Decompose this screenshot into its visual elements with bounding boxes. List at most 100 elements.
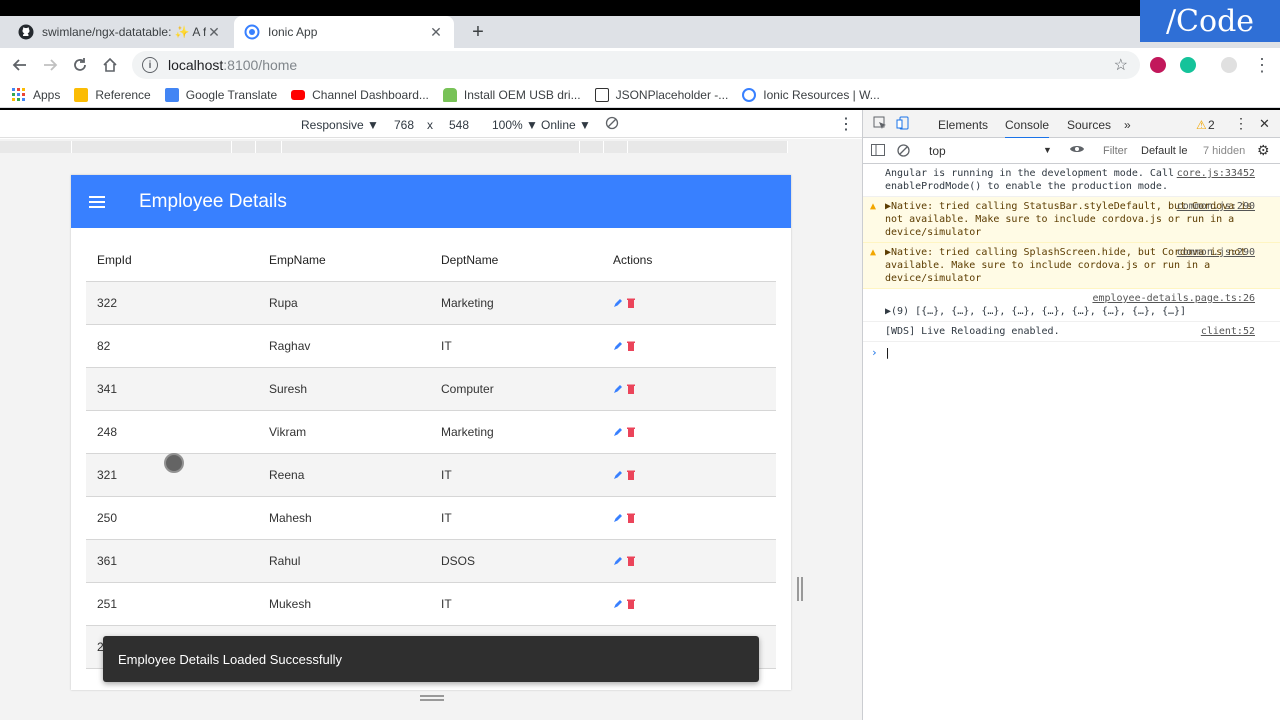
table-row[interactable]: 251 Mukesh IT bbox=[86, 583, 776, 626]
media-query-segment[interactable] bbox=[0, 141, 72, 153]
edit-pencil-icon[interactable] bbox=[613, 599, 623, 609]
device-width-input[interactable]: 768 bbox=[394, 118, 414, 132]
tab-elements[interactable]: Elements bbox=[938, 118, 988, 132]
delete-trash-icon[interactable] bbox=[627, 556, 635, 566]
console-message[interactable]: client:52 [WDS] Live Reloading enabled. bbox=[863, 322, 1280, 342]
media-query-segment[interactable] bbox=[580, 141, 604, 153]
back-button[interactable] bbox=[8, 53, 32, 77]
console-prompt[interactable]: › | bbox=[863, 342, 1280, 359]
delete-trash-icon[interactable] bbox=[627, 298, 635, 308]
console-warning[interactable]: ▲ common.js:290 ▶Native: tried calling Spl… bbox=[863, 243, 1280, 289]
resize-handle-bottom[interactable] bbox=[420, 695, 444, 701]
rotate-icon[interactable] bbox=[605, 116, 619, 133]
edit-pencil-icon[interactable] bbox=[613, 513, 623, 523]
inspect-icon[interactable] bbox=[873, 116, 887, 133]
bookmark-jsonplaceholder[interactable]: JSONPlaceholder -... bbox=[594, 87, 728, 102]
edit-pencil-icon[interactable] bbox=[613, 470, 623, 480]
tab-sources[interactable]: Sources bbox=[1067, 118, 1111, 132]
table-row[interactable]: 248 Vikram Marketing bbox=[86, 411, 776, 454]
column-header-deptname[interactable]: DeptName bbox=[430, 253, 602, 267]
device-mode-select[interactable]: Responsive ▼ bbox=[301, 118, 379, 132]
console-message[interactable]: core.js:33452 Angular is running in the d… bbox=[863, 164, 1280, 197]
media-query-bar[interactable] bbox=[0, 139, 862, 155]
log-levels-select[interactable]: Default le bbox=[1141, 145, 1187, 157]
home-icon bbox=[103, 57, 117, 72]
media-query-segment[interactable] bbox=[628, 141, 788, 153]
media-query-segment[interactable] bbox=[72, 141, 232, 153]
cell-empname: Mahesh bbox=[269, 511, 312, 525]
table-row[interactable]: 321 Reena IT bbox=[86, 454, 776, 497]
delete-trash-icon[interactable] bbox=[627, 470, 635, 480]
delete-trash-icon[interactable] bbox=[627, 427, 635, 437]
more-tabs-icon[interactable]: » bbox=[1124, 118, 1131, 132]
bookmark-channel-dashboard[interactable]: Channel Dashboard... bbox=[291, 88, 429, 102]
table-row[interactable]: 82 Raghav IT bbox=[86, 325, 776, 368]
edit-pencil-icon[interactable] bbox=[613, 341, 623, 351]
table-row[interactable]: 322 Rupa Marketing bbox=[86, 282, 776, 325]
new-tab-button[interactable]: + bbox=[466, 20, 490, 44]
warning-count[interactable]: 2 bbox=[1208, 118, 1215, 132]
media-query-segment[interactable] bbox=[256, 141, 282, 153]
table-row[interactable]: 250 Mahesh IT bbox=[86, 497, 776, 540]
close-devtools-icon[interactable]: ✕ bbox=[1259, 116, 1270, 132]
address-bar[interactable]: i localhost:8100/home ☆ bbox=[132, 51, 1140, 79]
tab-console[interactable]: Console bbox=[1005, 118, 1050, 139]
media-query-segment[interactable] bbox=[604, 141, 628, 153]
grammarly-icon[interactable] bbox=[1180, 57, 1196, 73]
tab-ionic-app[interactable]: Ionic App ✕ bbox=[234, 16, 454, 48]
devtools-menu-icon[interactable]: ⋮ bbox=[1234, 115, 1248, 132]
bookmark-install-oem-usb[interactable]: Install OEM USB dri... bbox=[442, 87, 581, 102]
hamburger-menu-icon[interactable] bbox=[89, 195, 105, 208]
kebab-menu-icon[interactable]: ⋮ bbox=[1250, 53, 1274, 77]
forward-button[interactable] bbox=[38, 53, 62, 77]
info-icon[interactable]: i bbox=[142, 57, 158, 73]
table-row[interactable]: 361 Rahul DSOS bbox=[86, 540, 776, 583]
device-height-input[interactable]: 548 bbox=[449, 118, 469, 132]
home-button[interactable] bbox=[98, 53, 122, 77]
delete-trash-icon[interactable] bbox=[627, 513, 635, 523]
console-source-link[interactable]: employee-details.page.ts:26 bbox=[885, 292, 1257, 305]
console-source-link[interactable]: common.js:290 bbox=[1177, 246, 1255, 259]
console-source-link[interactable]: client:52 bbox=[1201, 325, 1255, 338]
device-options-icon[interactable]: ⋮ bbox=[838, 114, 854, 134]
context-select[interactable]: top bbox=[929, 144, 946, 158]
edit-pencil-icon[interactable] bbox=[613, 427, 623, 437]
filter-input[interactable]: Filter bbox=[1103, 145, 1127, 157]
reload-button[interactable] bbox=[68, 53, 92, 77]
extension-icon[interactable] bbox=[1150, 57, 1166, 73]
bookmark-apps[interactable]: Apps bbox=[12, 87, 60, 102]
tab-github[interactable]: swimlane/ngx-datatable: ✨ A feature-rich… bbox=[8, 16, 232, 48]
column-header-empname[interactable]: EmpName bbox=[258, 253, 430, 267]
delete-trash-icon[interactable] bbox=[627, 599, 635, 609]
edit-pencil-icon[interactable] bbox=[613, 556, 623, 566]
bookmarks-bar: Apps Reference Google Translate Channel … bbox=[0, 82, 1280, 108]
eye-icon[interactable] bbox=[1069, 142, 1085, 159]
bookmark-ionic-resources[interactable]: Ionic Resources | W... bbox=[742, 87, 880, 102]
table-row[interactable]: 341 Suresh Computer bbox=[86, 368, 776, 411]
delete-trash-icon[interactable] bbox=[627, 384, 635, 394]
console-source-link[interactable]: core.js:33452 bbox=[1177, 167, 1255, 180]
bookmark-star-icon[interactable]: ☆ bbox=[1114, 55, 1128, 75]
console-settings-gear-icon[interactable]: ⚙ bbox=[1257, 142, 1270, 159]
column-header-empid[interactable]: EmpId bbox=[86, 253, 258, 267]
device-toggle-icon[interactable] bbox=[896, 116, 910, 133]
media-query-segment[interactable] bbox=[232, 141, 256, 153]
delete-trash-icon[interactable] bbox=[627, 341, 635, 351]
edit-pencil-icon[interactable] bbox=[613, 298, 623, 308]
clear-console-icon[interactable] bbox=[897, 144, 910, 160]
network-throttle-select[interactable]: Online ▼ bbox=[541, 118, 591, 132]
console-warning[interactable]: ▲ common.js:290 ▶Native: tried calling Sta… bbox=[863, 197, 1280, 243]
top-strip bbox=[0, 0, 1280, 16]
media-query-segment[interactable] bbox=[282, 141, 580, 153]
bookmark-reference[interactable]: Reference bbox=[74, 87, 151, 102]
console-source-link[interactable]: common.js:290 bbox=[1177, 200, 1255, 213]
resize-handle-right[interactable] bbox=[797, 577, 803, 601]
edit-pencil-icon[interactable] bbox=[613, 384, 623, 394]
close-icon[interactable]: ✕ bbox=[206, 24, 222, 41]
close-icon[interactable]: ✕ bbox=[428, 24, 444, 41]
bookmark-google-translate[interactable]: Google Translate bbox=[164, 87, 277, 102]
zoom-select[interactable]: 100% ▼ bbox=[492, 118, 538, 132]
sidebar-toggle-icon[interactable] bbox=[871, 144, 885, 159]
console-message[interactable]: employee-details.page.ts:26 ▶(9) [{…}, {…… bbox=[863, 289, 1280, 322]
profile-avatar[interactable] bbox=[1221, 57, 1237, 73]
